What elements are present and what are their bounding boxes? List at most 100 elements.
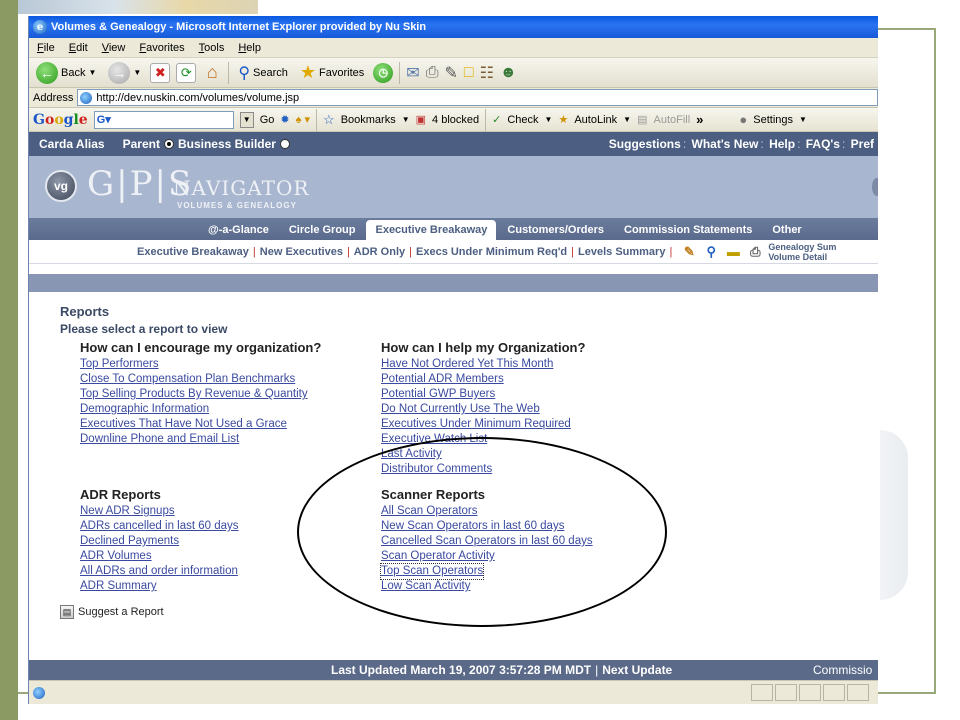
report-link[interactable]: All ADRs and order information	[80, 564, 239, 579]
forward-button[interactable]: → ▼	[105, 60, 144, 86]
address-input[interactable]: http://dev.nuskin.com/volumes/volume.jsp	[77, 89, 878, 106]
page-subtitle: Please select a report to view	[60, 322, 228, 336]
messenger-icon[interactable]: ☻	[500, 64, 517, 82]
volume-detail-link[interactable]: Volume Detail	[768, 252, 827, 262]
link-faqs[interactable]: FAQ's	[806, 137, 840, 151]
report-link-focused[interactable]: Top Scan Operators	[379, 563, 485, 580]
search-icon: ⚲	[238, 64, 251, 82]
link-whats-new[interactable]: What's New	[692, 137, 759, 151]
report-link[interactable]: Executives That Have Not Used a Grace	[80, 417, 321, 432]
last-updated: Last Updated March 19, 2007 3:57:28 PM M…	[331, 663, 592, 677]
tab-executive-breakaway[interactable]: Executive Breakaway	[366, 220, 497, 240]
history-icon[interactable]: ◷	[373, 62, 394, 83]
subnav-adr-only[interactable]: ADR Only	[354, 246, 405, 258]
tab-customers-orders[interactable]: Customers/Orders	[498, 220, 613, 240]
reports-content: Reports Please select a report to view H…	[29, 292, 878, 644]
chevron-down-icon: ▼	[133, 68, 142, 77]
refresh-icon[interactable]: ⟳	[176, 62, 197, 83]
settings-button[interactable]: Settings	[753, 114, 793, 126]
toolbar-separator	[399, 61, 401, 84]
menu-view[interactable]: View	[102, 42, 126, 54]
report-link[interactable]: Cancelled Scan Operators in last 60 days	[381, 534, 593, 549]
link-suggestions[interactable]: Suggestions	[609, 137, 681, 151]
site-footer: Last Updated March 19, 2007 3:57:28 PM M…	[29, 660, 878, 680]
google-search-input[interactable]: G▾	[93, 110, 234, 129]
subnav-new-executives[interactable]: New Executives	[260, 246, 343, 258]
report-link[interactable]: ADRs cancelled in last 60 days	[80, 519, 239, 534]
genealogy-links[interactable]: Genealogy Sum Volume Detail	[768, 242, 836, 262]
research-icon[interactable]: ☷	[480, 63, 494, 83]
more-chevron[interactable]: »	[696, 112, 703, 127]
suggest-report[interactable]: ▤ Suggest a Report	[60, 605, 164, 619]
subnav-execs-under-minimum[interactable]: Execs Under Minimum Req'd	[416, 246, 567, 258]
report-link[interactable]: New ADR Signups	[80, 504, 239, 519]
report-link[interactable]: Potential ADR Members	[381, 372, 585, 387]
slide-ghost-shape	[880, 430, 908, 600]
report-link[interactable]: Low Scan Activity	[381, 579, 593, 594]
google-go-button[interactable]: Go	[260, 114, 275, 126]
magnifier-icon[interactable]: ⚲	[702, 243, 720, 261]
subnav-levels-summary[interactable]: Levels Summary	[578, 246, 665, 258]
autolink-button[interactable]: AutoLink	[574, 114, 617, 126]
report-link[interactable]: Scan Operator Activity	[381, 549, 593, 564]
link-help[interactable]: Help	[769, 137, 795, 151]
parent-toggle[interactable]: Parent Business Builder	[123, 137, 294, 151]
bookmarks-button[interactable]: Bookmarks	[341, 114, 396, 126]
chevron-down-icon: ▼	[401, 115, 410, 124]
menu-edit[interactable]: Edit	[69, 42, 88, 54]
help-section: How can I help my Organization? Have Not…	[381, 340, 585, 477]
vg-logo: vg	[45, 170, 77, 202]
slide-header-image	[18, 0, 258, 14]
report-link[interactable]: Demographic Information	[80, 402, 321, 417]
report-link[interactable]: ADR Summary	[80, 579, 239, 594]
tab-at-a-glance[interactable]: @-a-Glance	[199, 220, 278, 240]
check-button[interactable]: Check	[507, 114, 538, 126]
print-icon[interactable]: ⎙	[426, 64, 439, 82]
tab-commission-statements[interactable]: Commission Statements	[615, 220, 761, 240]
report-link[interactable]: Executive Watch List	[381, 432, 585, 447]
report-link[interactable]: Potential GWP Buyers	[381, 387, 585, 402]
menu-help[interactable]: Help	[238, 42, 261, 54]
report-link[interactable]: Distributor Comments	[381, 462, 585, 477]
mail-icon[interactable]: ✉	[406, 63, 419, 83]
report-link[interactable]: New Scan Operators in last 60 days	[381, 519, 593, 534]
report-link[interactable]: Close To Compensation Plan Benchmarks	[80, 372, 321, 387]
report-link[interactable]: Downline Phone and Email List	[80, 432, 321, 447]
news-icon[interactable]: ♠ ▾	[296, 113, 310, 126]
business-builder-radio[interactable]	[279, 138, 290, 149]
tab-circle-group[interactable]: Circle Group	[280, 220, 365, 240]
popup-blocked-count[interactable]: 4 blocked	[432, 114, 479, 126]
menu-favorites[interactable]: Favorites	[139, 42, 184, 54]
report-link[interactable]: Executives Under Minimum Required	[381, 417, 585, 432]
folder-icon[interactable]: □	[464, 64, 474, 82]
report-link[interactable]: ADR Volumes	[80, 549, 239, 564]
menu-tools[interactable]: Tools	[199, 42, 225, 54]
report-link[interactable]: Top Performers	[80, 357, 321, 372]
autofill-button[interactable]: AutoFill	[653, 114, 690, 126]
google-logo[interactable]: Google	[33, 112, 88, 128]
favorites-button[interactable]: ★ Favorites	[297, 60, 367, 85]
report-link[interactable]: All Scan Operators	[381, 504, 593, 519]
report-link[interactable]: Last Activity	[381, 447, 585, 462]
genealogy-summary-link[interactable]: Genealogy Sum	[768, 242, 836, 252]
tag-icon[interactable]: ▬	[724, 243, 742, 261]
subnav-executive-breakaway[interactable]: Executive Breakaway	[137, 246, 249, 258]
report-link[interactable]: Top Selling Products By Revenue & Quanti…	[80, 387, 321, 402]
edit-icon[interactable]: ✎	[445, 63, 458, 83]
printer-icon[interactable]: ⎙	[746, 243, 764, 261]
menu-file[interactable]: File	[37, 42, 55, 54]
banner-decoration	[872, 178, 878, 196]
tab-other[interactable]: Other	[763, 220, 810, 240]
home-icon[interactable]: ⌂	[202, 62, 222, 83]
status-cell	[775, 684, 797, 701]
report-link[interactable]: Do Not Currently Use The Web	[381, 402, 585, 417]
report-link[interactable]: Declined Payments	[80, 534, 239, 549]
parent-radio[interactable]	[163, 138, 174, 149]
notes-icon[interactable]: ✎	[680, 243, 698, 261]
google-dropdown[interactable]: ▼	[239, 111, 254, 128]
back-button[interactable]: ← Back ▼	[33, 60, 99, 86]
link-preferences[interactable]: Pref	[851, 137, 874, 151]
search-button[interactable]: ⚲ Search	[235, 61, 291, 85]
stop-icon[interactable]: ✖	[150, 62, 171, 83]
report-link[interactable]: Have Not Ordered Yet This Month	[381, 357, 585, 372]
